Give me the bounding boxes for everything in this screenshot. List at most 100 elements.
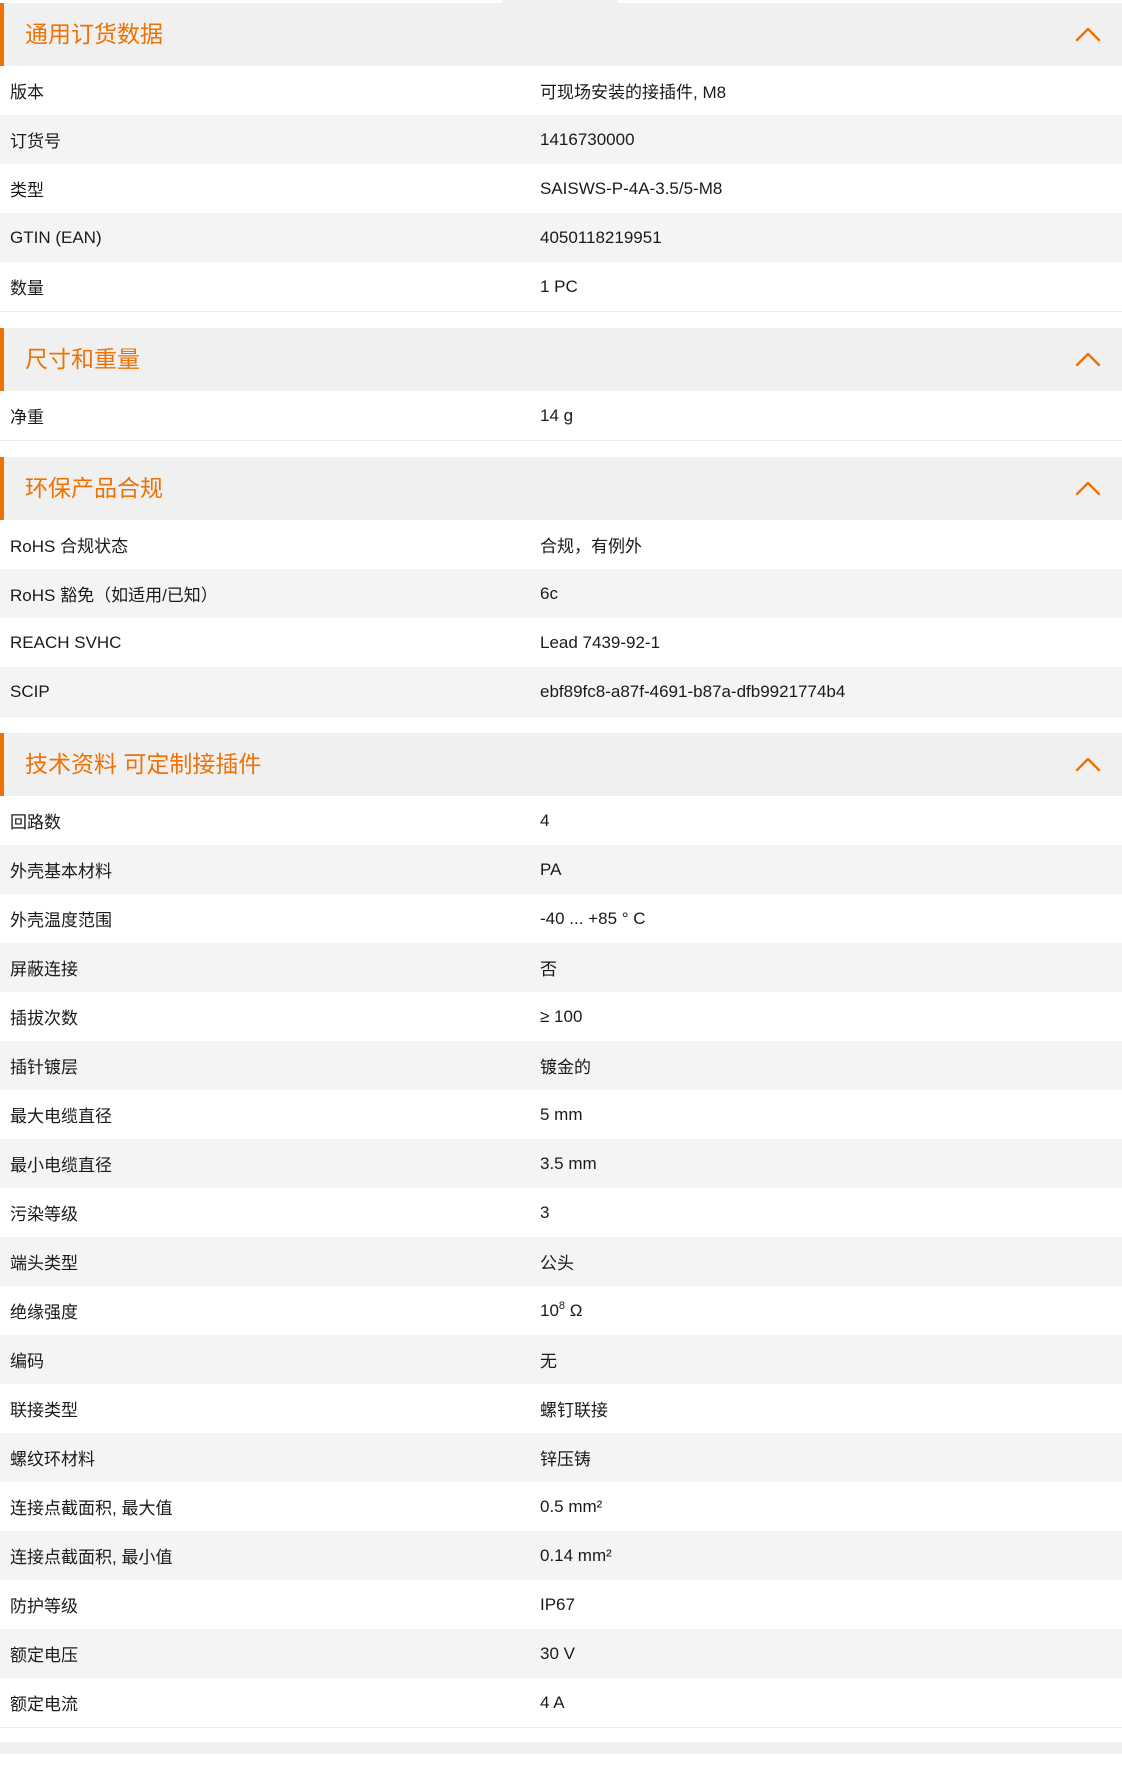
- attribute-row: 数量 1 PC: [0, 262, 1122, 311]
- attribute-label: 额定电压: [10, 1646, 78, 1665]
- attribute-row: 连接点截面积, 最大值 0.5 mm²: [0, 1482, 1122, 1531]
- attribute-label: 连接点截面积, 最小值: [10, 1548, 173, 1567]
- attribute-value: 5 mm: [540, 1104, 583, 1124]
- attribute-label: 联接类型: [10, 1401, 78, 1420]
- attribute-row: REACH SVHC Lead 7439-92-1: [0, 618, 1122, 667]
- attribute-list: 净重 14 g: [0, 391, 1122, 440]
- chevron-up-icon[interactable]: [1074, 478, 1102, 498]
- section-header[interactable]: 环保产品合规: [0, 457, 1122, 520]
- attribute-value: 3.5 mm: [540, 1153, 597, 1173]
- attribute-value: 4050118219951: [540, 227, 662, 247]
- attribute-label: 编码: [10, 1352, 44, 1371]
- attribute-row: 额定电压 30 V: [0, 1629, 1122, 1678]
- section-header[interactable]: 通用订货数据: [0, 3, 1122, 66]
- attribute-label: 螺纹环材料: [10, 1450, 95, 1469]
- attribute-value: 镀金的: [540, 1058, 591, 1077]
- section-title: 通用订货数据: [25, 21, 163, 47]
- attribute-row: 最大电缆直径 5 mm: [0, 1090, 1122, 1139]
- attribute-value: IP67: [540, 1594, 575, 1614]
- attribute-row: 插拔次数 ≥ 100: [0, 992, 1122, 1041]
- attribute-row: 端头类型 公头: [0, 1237, 1122, 1286]
- attribute-value: PA: [540, 859, 562, 879]
- attribute-label: 插针镀层: [10, 1058, 78, 1077]
- attribute-value: 0.14 mm²: [540, 1545, 612, 1565]
- attribute-value: 3: [540, 1202, 550, 1222]
- attribute-value: 14 g: [540, 405, 574, 425]
- section-header[interactable]: 尺寸和重量: [0, 328, 1122, 391]
- attribute-row: 额定电流 4 A: [0, 1678, 1122, 1727]
- attribute-label: 回路数: [10, 813, 61, 832]
- attribute-row: GTIN (EAN) 4050118219951: [0, 213, 1122, 262]
- attribute-row: 污染等级 3: [0, 1188, 1122, 1237]
- attribute-value: 合规，有例外: [540, 537, 642, 556]
- attribute-row: SCIP ebf89fc8-a87f-4691-b87a-dfb9921774b4: [0, 667, 1122, 716]
- attribute-list: RoHS 合规状态 合规，有例外 RoHS 豁免（如适用/已知） 6c REACH SV…: [0, 520, 1122, 716]
- attribute-label: 类型: [10, 181, 44, 200]
- attribute-value: 公头: [540, 1254, 574, 1273]
- attribute-value: 可现场安装的接插件, M8: [540, 83, 727, 102]
- attribute-value: 1416730000: [540, 129, 635, 149]
- attribute-row: 插针镀层 镀金的: [0, 1041, 1122, 1090]
- attribute-row: 外壳基本材料 PA: [0, 845, 1122, 894]
- attribute-list: 版本 可现场安装的接插件, M8 订货号 1416730000 类型 SAISWS-P-4…: [0, 66, 1122, 311]
- attribute-value: 4: [540, 810, 550, 830]
- attribute-label: SCIP: [10, 681, 50, 701]
- attribute-row: 订货号 1416730000: [0, 115, 1122, 164]
- attribute-row: 净重 14 g: [0, 391, 1122, 440]
- attribute-label: GTIN (EAN): [10, 227, 102, 247]
- section-1: 尺寸和重量净重 14 g: [0, 328, 1122, 441]
- attribute-row: 外壳温度范围 -40 ... +85 ° C: [0, 894, 1122, 943]
- attribute-value: 1 PC: [540, 276, 578, 296]
- attribute-list: 回路数 4 外壳基本材料 PA 外壳温度范围 -40 ... +85 ° C 屏蔽连接 否插拔…: [0, 796, 1122, 1727]
- attribute-value: Lead 7439-92-1: [540, 632, 661, 652]
- attribute-row: 绝缘强度 108 Ω: [0, 1286, 1122, 1335]
- attribute-row: 联接类型 螺钉联接: [0, 1384, 1122, 1433]
- attribute-value: SAISWS-P-4A-3.5/5-M8: [540, 178, 723, 198]
- attribute-row: 回路数 4: [0, 796, 1122, 845]
- section-header[interactable]: 技术资料 可定制接插件: [0, 733, 1122, 796]
- attribute-value: 6c: [540, 583, 558, 603]
- attribute-row: 屏蔽连接 否: [0, 943, 1122, 992]
- attribute-label: REACH SVHC: [10, 632, 122, 652]
- attribute-row: 最小电缆直径 3.5 mm: [0, 1139, 1122, 1188]
- section-3: 技术资料 可定制接插件回路数 4 外壳基本材料 PA 外壳温度范围 -40 ... +85…: [0, 733, 1122, 1728]
- attribute-row: 连接点截面积, 最小值 0.14 mm²: [0, 1531, 1122, 1580]
- section-title: 环保产品合规: [25, 475, 163, 501]
- section-2: 环保产品合规 RoHS 合规状态 合规，有例外 RoHS 豁免（如适用/已知） 6c RE…: [0, 457, 1122, 717]
- section-title: 技术资料 可定制接插件: [25, 751, 262, 777]
- attribute-label: 污染等级: [10, 1205, 78, 1224]
- next-section-header: [0, 1742, 1122, 1754]
- attribute-label: 连接点截面积, 最大值: [10, 1499, 173, 1518]
- attribute-label: 外壳温度范围: [10, 911, 112, 930]
- attribute-value: 0.5 mm²: [540, 1496, 603, 1516]
- attribute-label: 版本: [10, 83, 44, 102]
- attribute-label: RoHS 合规状态: [10, 537, 129, 556]
- attribute-value: 否: [540, 960, 557, 979]
- attribute-value: 螺钉联接: [540, 1401, 608, 1420]
- attribute-row: 版本 可现场安装的接插件, M8: [0, 66, 1122, 115]
- attribute-row: RoHS 豁免（如适用/已知） 6c: [0, 569, 1122, 618]
- attribute-value: 30 V: [540, 1643, 575, 1663]
- attribute-label: 订货号: [10, 132, 61, 151]
- attribute-value: 锌压铸: [540, 1450, 591, 1469]
- attribute-row: 类型 SAISWS-P-4A-3.5/5-M8: [0, 164, 1122, 213]
- attribute-row: 防护等级 IP67: [0, 1580, 1122, 1629]
- attribute-value: ≥ 100: [540, 1006, 583, 1026]
- attribute-row: 螺纹环材料 锌压铸: [0, 1433, 1122, 1482]
- chevron-up-icon[interactable]: [1074, 754, 1102, 774]
- attribute-label: 绝缘强度: [10, 1303, 78, 1322]
- attribute-label: 屏蔽连接: [10, 960, 78, 979]
- attribute-value: ebf89fc8-a87f-4691-b87a-dfb9921774b4: [540, 681, 846, 701]
- attribute-value: 108 Ω: [540, 1300, 583, 1320]
- attribute-label: 额定电流: [10, 1695, 78, 1714]
- attribute-row: RoHS 合规状态 合规，有例外: [0, 520, 1122, 569]
- attribute-label: RoHS 豁免（如适用/已知）: [10, 586, 218, 605]
- chevron-up-icon[interactable]: [1074, 24, 1102, 44]
- attribute-value: 无: [540, 1352, 557, 1371]
- section-title: 尺寸和重量: [25, 346, 140, 372]
- attribute-row: 编码 无: [0, 1335, 1122, 1384]
- attribute-value: -40 ... +85 ° C: [540, 908, 646, 928]
- attribute-label: 净重: [10, 408, 44, 427]
- attribute-label: 数量: [10, 279, 44, 298]
- chevron-up-icon[interactable]: [1074, 349, 1102, 369]
